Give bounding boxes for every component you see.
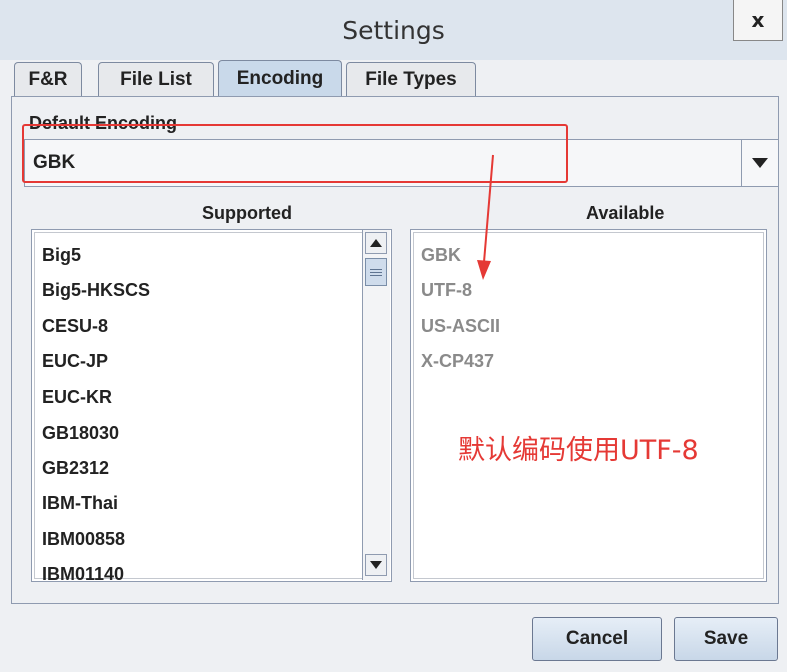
annotation-text: 默认编码使用UTF-8 <box>458 435 699 466</box>
annotation-arrow <box>477 154 494 280</box>
